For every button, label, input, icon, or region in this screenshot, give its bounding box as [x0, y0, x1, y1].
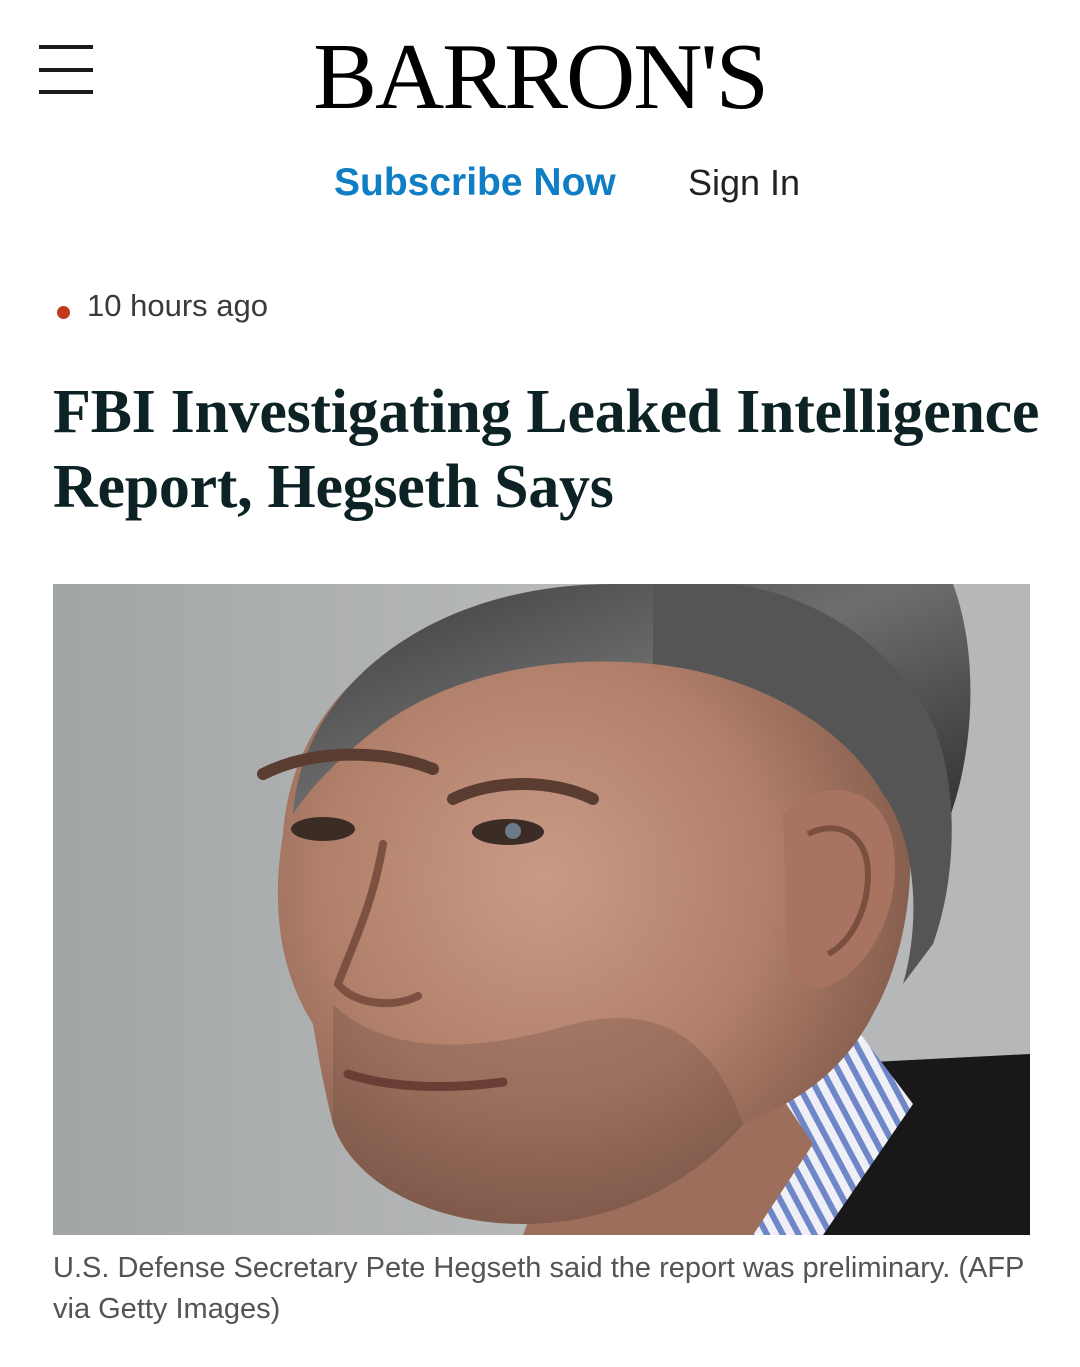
sign-in-link[interactable]: Sign In: [688, 158, 800, 208]
photo-caption: U.S. Defense Secretary Pete Hegseth said…: [53, 1252, 1024, 1325]
auth-links: Subscribe Now Sign In: [0, 158, 1080, 208]
article-headline: FBI Investigating Leaked Intelligence Re…: [53, 378, 1040, 521]
subscribe-now-link[interactable]: Subscribe Now: [334, 158, 616, 208]
barrons-logo[interactable]: BARRON'S: [0, 22, 1080, 132]
article-photo: [53, 584, 1030, 1235]
article-timestamp: 10 hours ago: [87, 288, 268, 323]
live-dot-icon: [57, 306, 70, 319]
portrait-illustration: [53, 584, 1030, 1235]
